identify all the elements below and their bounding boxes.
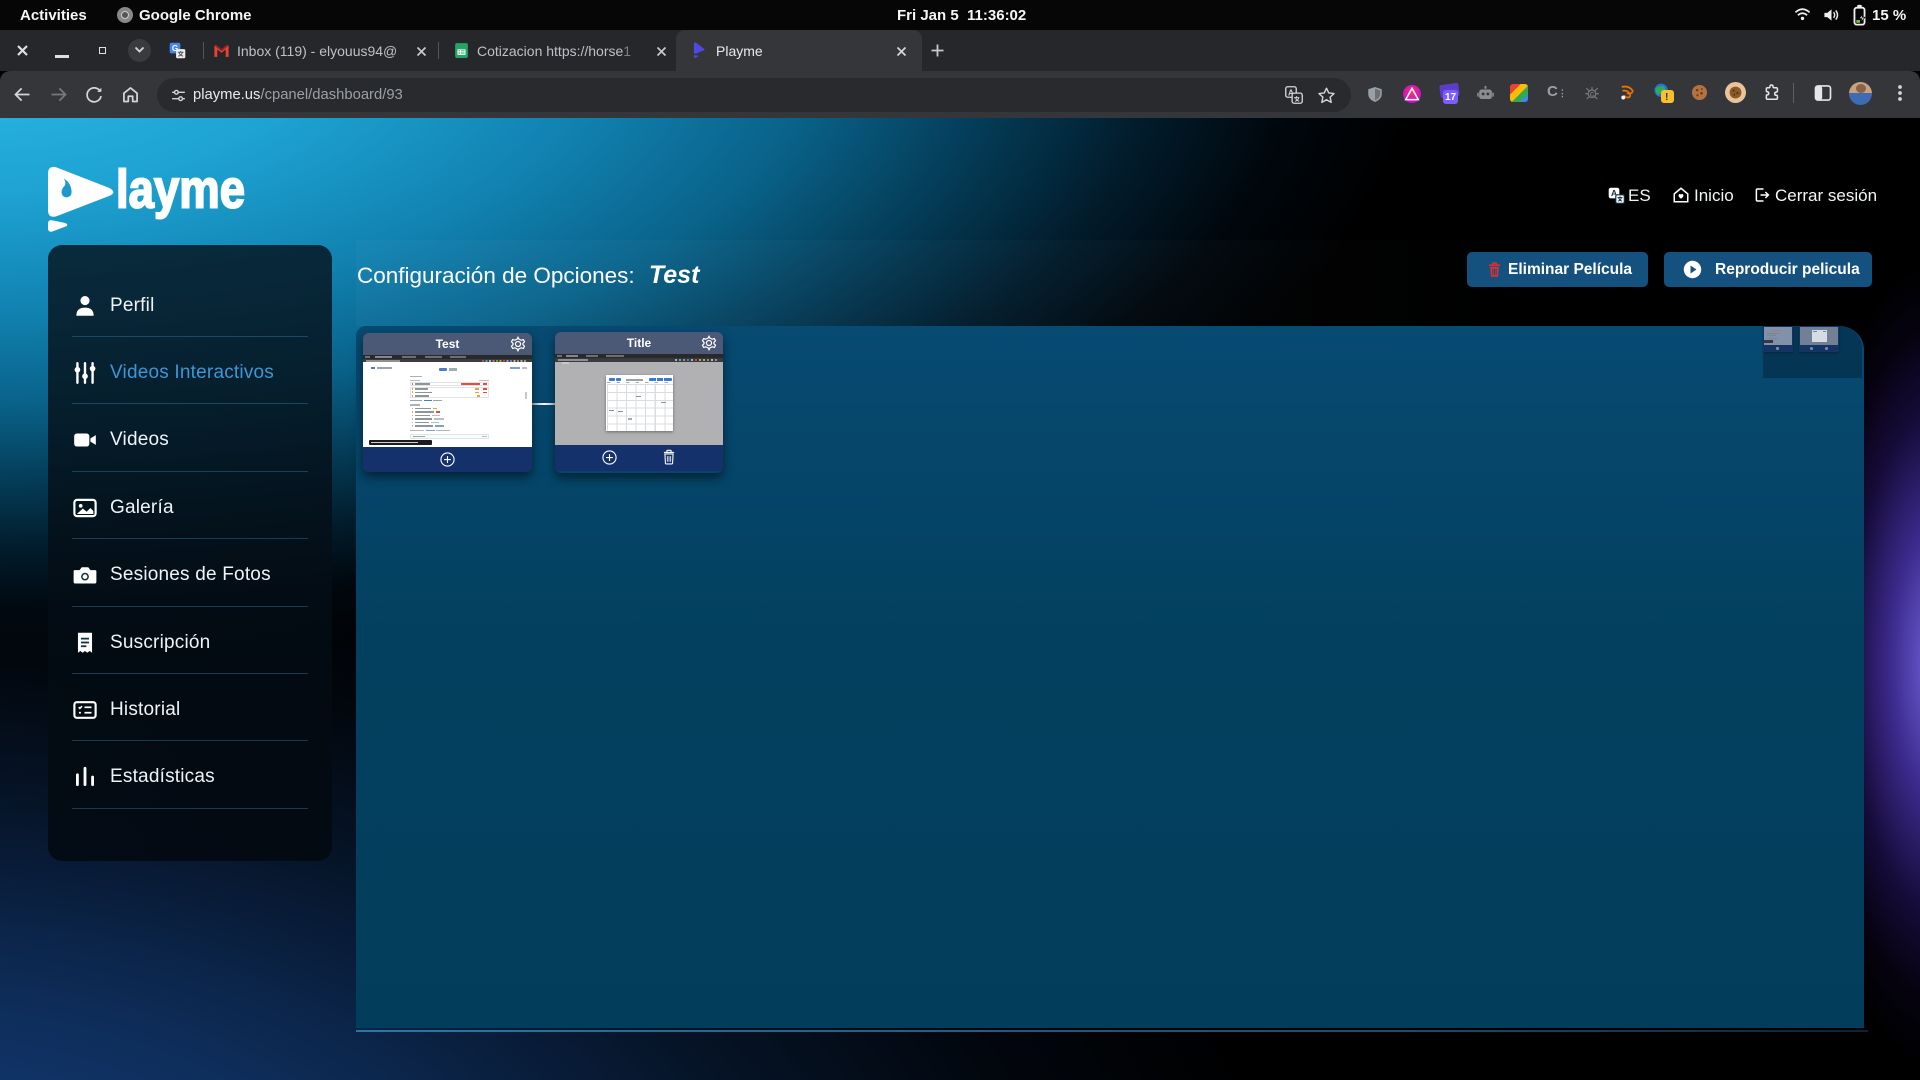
svg-text:C: C	[1590, 92, 1595, 98]
svg-text:layme: layme	[116, 164, 245, 219]
